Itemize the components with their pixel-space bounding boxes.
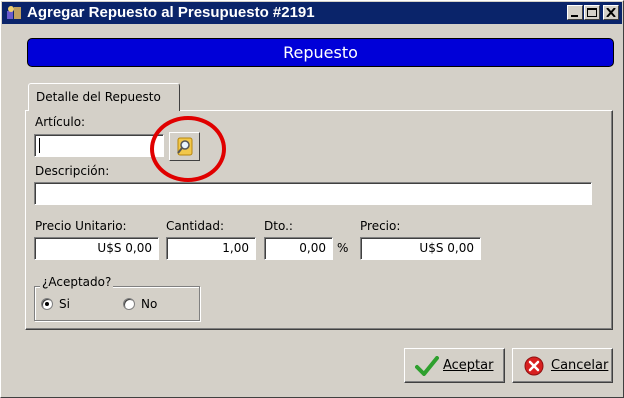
- close-icon: [606, 8, 616, 17]
- maximize-icon: [587, 8, 597, 17]
- radio-no-label[interactable]: No: [141, 297, 157, 311]
- aceptar-button[interactable]: Aceptar: [404, 348, 505, 383]
- cantidad-input[interactable]: 1,00: [166, 237, 256, 260]
- radio-no[interactable]: [123, 298, 135, 310]
- cancelar-button[interactable]: Cancelar: [512, 348, 613, 383]
- radio-si[interactable]: [41, 298, 53, 310]
- precio-input[interactable]: U$S 0,00: [360, 237, 481, 260]
- title-bar[interactable]: Agregar Repuesto al Presupuesto #2191: [2, 2, 622, 24]
- window-title: Agregar Repuesto al Presupuesto #2191: [27, 4, 315, 21]
- maximize-button[interactable]: [584, 5, 600, 20]
- descuento-input[interactable]: 0,00: [264, 237, 333, 260]
- search-magnifier-icon: [177, 137, 193, 156]
- minimize-button[interactable]: [567, 5, 583, 20]
- aceptar-label: Aceptar: [443, 358, 494, 373]
- green-check-icon: [415, 356, 439, 376]
- precio-unitario-label: Precio Unitario:: [35, 219, 127, 233]
- aceptado-title: ¿Aceptado?: [40, 275, 114, 289]
- radio-si-label[interactable]: Si: [59, 297, 70, 311]
- descuento-label: Dto.:: [264, 219, 293, 233]
- cancelar-label: Cancelar: [551, 358, 609, 373]
- text-caret: [39, 138, 40, 153]
- articulo-label: Artículo:: [35, 115, 86, 129]
- tab-detalle-del-repuesto[interactable]: Detalle del Repuesto: [28, 83, 180, 111]
- dialog-window: Agregar Repuesto al Presupuesto #2191 Re…: [0, 0, 624, 398]
- descripcion-label: Descripción:: [35, 164, 110, 178]
- articulo-input[interactable]: [34, 134, 164, 157]
- close-button[interactable]: [603, 5, 619, 20]
- precio-label: Precio:: [360, 219, 401, 233]
- app-icon: [7, 6, 21, 19]
- red-x-circle-icon: [524, 356, 544, 376]
- section-banner: Repuesto: [27, 38, 614, 67]
- cantidad-label: Cantidad:: [166, 219, 225, 233]
- radio-selected-dot: [45, 302, 49, 306]
- browse-articulo-button[interactable]: [169, 132, 200, 161]
- descripcion-input[interactable]: [34, 182, 592, 205]
- minimize-icon: [571, 15, 578, 17]
- percent-sign: %: [337, 241, 349, 255]
- precio-unitario-input[interactable]: U$S 0,00: [34, 237, 159, 260]
